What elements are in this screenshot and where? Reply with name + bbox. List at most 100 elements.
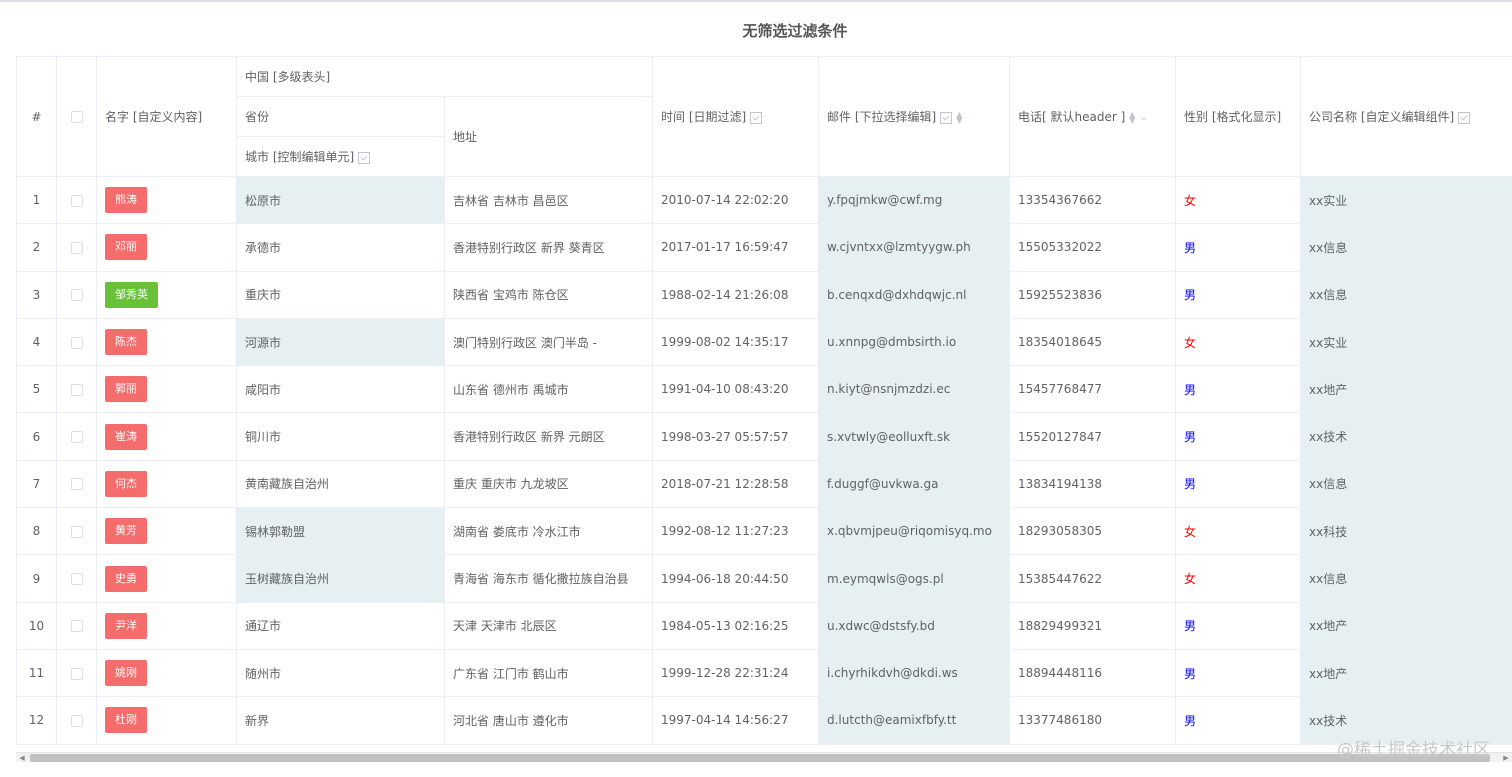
- name-tag[interactable]: 何杰: [105, 470, 147, 497]
- row-time[interactable]: 1994-06-18 20:44:50: [652, 554, 819, 603]
- row-city[interactable]: 随州市: [236, 648, 445, 698]
- row-address[interactable]: 河北省 唐山市 遵化市: [444, 696, 653, 745]
- table-row[interactable]: 10 尹洋 通辽市 天津 天津市 北辰区 1984-05-13 02:16:25 u.xd…: [16, 601, 1512, 650]
- row-company[interactable]: xx信息: [1300, 270, 1512, 319]
- row-phone[interactable]: 15925523836: [1009, 270, 1176, 319]
- row-phone[interactable]: 15457768477: [1009, 365, 1176, 414]
- row-time[interactable]: 1999-12-28 22:31:24: [652, 648, 819, 698]
- row-name[interactable]: 姚刚: [96, 648, 237, 698]
- table-row[interactable]: 1 熊涛 松原市 吉林省 吉林市 昌邑区 2010-07-14 22:02:20 y.fp…: [16, 175, 1512, 225]
- row-checkbox[interactable]: [70, 194, 83, 207]
- row-index[interactable]: 12: [16, 696, 57, 745]
- row-gender[interactable]: 男: [1175, 648, 1301, 698]
- row-checkbox[interactable]: [70, 336, 83, 349]
- row-checkbox[interactable]: [70, 573, 83, 586]
- row-city[interactable]: 通辽市: [236, 601, 445, 650]
- row-city[interactable]: 松原市: [236, 175, 445, 225]
- row-company[interactable]: xx技术: [1300, 412, 1512, 461]
- filter-icon[interactable]: [750, 111, 763, 124]
- row-gender[interactable]: 女: [1175, 554, 1301, 603]
- table-row[interactable]: 6 崔涛 铜川市 香港特别行政区 新界 元朗区 1998-03-27 05:57:57 s…: [16, 412, 1512, 461]
- row-city[interactable]: 铜川市: [236, 412, 445, 461]
- row-name[interactable]: 邓丽: [96, 223, 237, 272]
- row-time[interactable]: 1992-08-12 11:27:23: [652, 507, 819, 556]
- table-row[interactable]: 4 陈杰 河源市 澳门特别行政区 澳门半岛 -1999-08-02 14:35:17 u…: [16, 317, 1512, 367]
- row-index[interactable]: 3: [16, 270, 57, 319]
- row-city[interactable]: 锡林郭勒盟: [236, 507, 445, 556]
- row-time[interactable]: 1997-04-14 14:56:27: [652, 696, 819, 745]
- row-name[interactable]: 郭丽: [96, 365, 237, 414]
- row-phone[interactable]: 15520127847: [1009, 412, 1176, 461]
- row-checkbox[interactable]: [70, 525, 83, 538]
- row-gender[interactable]: 男: [1175, 270, 1301, 319]
- row-name[interactable]: 邹秀英: [96, 270, 237, 319]
- row-address[interactable]: 湖南省 娄底市 冷水江市: [444, 507, 653, 556]
- row-gender[interactable]: 男: [1175, 601, 1301, 650]
- row-city[interactable]: 咸阳市: [236, 365, 445, 414]
- filter-icon[interactable]: [358, 151, 371, 164]
- row-checkbox[interactable]: [56, 507, 97, 556]
- table-row[interactable]: 2 邓丽 承德市 香港特别行政区 新界 葵青区 2017-01-17 16:59:47 w…: [16, 223, 1512, 272]
- row-checkbox[interactable]: [70, 714, 83, 727]
- row-gender[interactable]: 男: [1175, 459, 1301, 509]
- header-select-all[interactable]: [56, 56, 97, 177]
- row-address[interactable]: 陕西省 宝鸡市 陈仓区: [444, 270, 653, 319]
- row-phone[interactable]: 13834194138: [1009, 459, 1176, 509]
- row-checkbox[interactable]: [56, 317, 97, 367]
- row-checkbox[interactable]: [56, 601, 97, 650]
- row-email[interactable]: b.cenqxd@dxhdqwjc.nl: [818, 270, 1010, 319]
- table-row[interactable]: 12 杜刚 新界 河北省 唐山市 遵化市 1997-04-14 14:56:27 d.lu…: [16, 696, 1512, 745]
- row-email[interactable]: u.xdwc@dstsfy.bd: [818, 601, 1010, 650]
- sort-icon[interactable]: ▲ ▼: [956, 110, 962, 124]
- row-checkbox[interactable]: [56, 459, 97, 509]
- name-tag[interactable]: 尹洋: [105, 612, 147, 639]
- row-checkbox[interactable]: [56, 175, 97, 225]
- table-row[interactable]: 7 何杰 黄南藏族自治州 重庆 重庆市 九龙坡区 2018-07-21 12:28:58…: [16, 459, 1512, 509]
- row-checkbox[interactable]: [56, 365, 97, 414]
- row-email[interactable]: w.cjvntxx@lzmtyygw.ph: [818, 223, 1010, 272]
- row-phone[interactable]: 18354018645: [1009, 317, 1176, 367]
- row-company[interactable]: xx信息: [1300, 459, 1512, 509]
- row-index[interactable]: 7: [16, 459, 57, 509]
- name-tag[interactable]: 史勇: [105, 565, 147, 592]
- row-city[interactable]: 新界: [236, 696, 445, 745]
- row-address[interactable]: 广东省 江门市 鹤山市: [444, 648, 653, 698]
- filter-icon[interactable]: [1458, 111, 1471, 124]
- row-address[interactable]: 吉林省 吉林市 昌邑区: [444, 175, 653, 225]
- row-time[interactable]: 1999-08-02 14:35:17: [652, 317, 819, 367]
- row-company[interactable]: xx实业: [1300, 175, 1512, 225]
- row-checkbox[interactable]: [56, 270, 97, 319]
- row-gender[interactable]: 男: [1175, 223, 1301, 272]
- row-company[interactable]: xx地产: [1300, 601, 1512, 650]
- row-gender[interactable]: 男: [1175, 412, 1301, 461]
- row-time[interactable]: 2018-07-21 12:28:58: [652, 459, 819, 509]
- row-email[interactable]: d.lutcth@eamixfbfy.tt: [818, 696, 1010, 745]
- name-tag[interactable]: 郭丽: [105, 376, 147, 403]
- name-tag[interactable]: 邹秀英: [105, 281, 158, 308]
- row-city[interactable]: 承德市: [236, 223, 445, 272]
- row-checkbox[interactable]: [56, 554, 97, 603]
- row-index[interactable]: 5: [16, 365, 57, 414]
- row-time[interactable]: 2017-01-17 16:59:47: [652, 223, 819, 272]
- row-checkbox[interactable]: [56, 696, 97, 745]
- row-gender[interactable]: 女: [1175, 317, 1301, 367]
- row-gender[interactable]: 男: [1175, 365, 1301, 414]
- row-name[interactable]: 崔涛: [96, 412, 237, 461]
- row-name[interactable]: 陈杰: [96, 317, 237, 367]
- row-address[interactable]: 香港特别行政区 新界 葵青区: [444, 223, 653, 272]
- row-email[interactable]: x.qbvmjpeu@riqomisyq.mo: [818, 507, 1010, 556]
- row-company[interactable]: xx地产: [1300, 648, 1512, 698]
- row-email[interactable]: u.xnnpg@dmbsirth.io: [818, 317, 1010, 367]
- row-checkbox[interactable]: [56, 223, 97, 272]
- row-time[interactable]: 1988-02-14 21:26:08: [652, 270, 819, 319]
- row-email[interactable]: f.duggf@uvkwa.ga: [818, 459, 1010, 509]
- row-index[interactable]: 8: [16, 507, 57, 556]
- row-city[interactable]: 重庆市: [236, 270, 445, 319]
- row-checkbox[interactable]: [70, 620, 83, 633]
- row-name[interactable]: 熊涛: [96, 175, 237, 225]
- row-checkbox[interactable]: [70, 431, 83, 444]
- row-address[interactable]: 香港特别行政区 新界 元朗区: [444, 412, 653, 461]
- row-index[interactable]: 4: [16, 317, 57, 367]
- row-company[interactable]: xx实业: [1300, 317, 1512, 367]
- row-index[interactable]: 10: [16, 601, 57, 650]
